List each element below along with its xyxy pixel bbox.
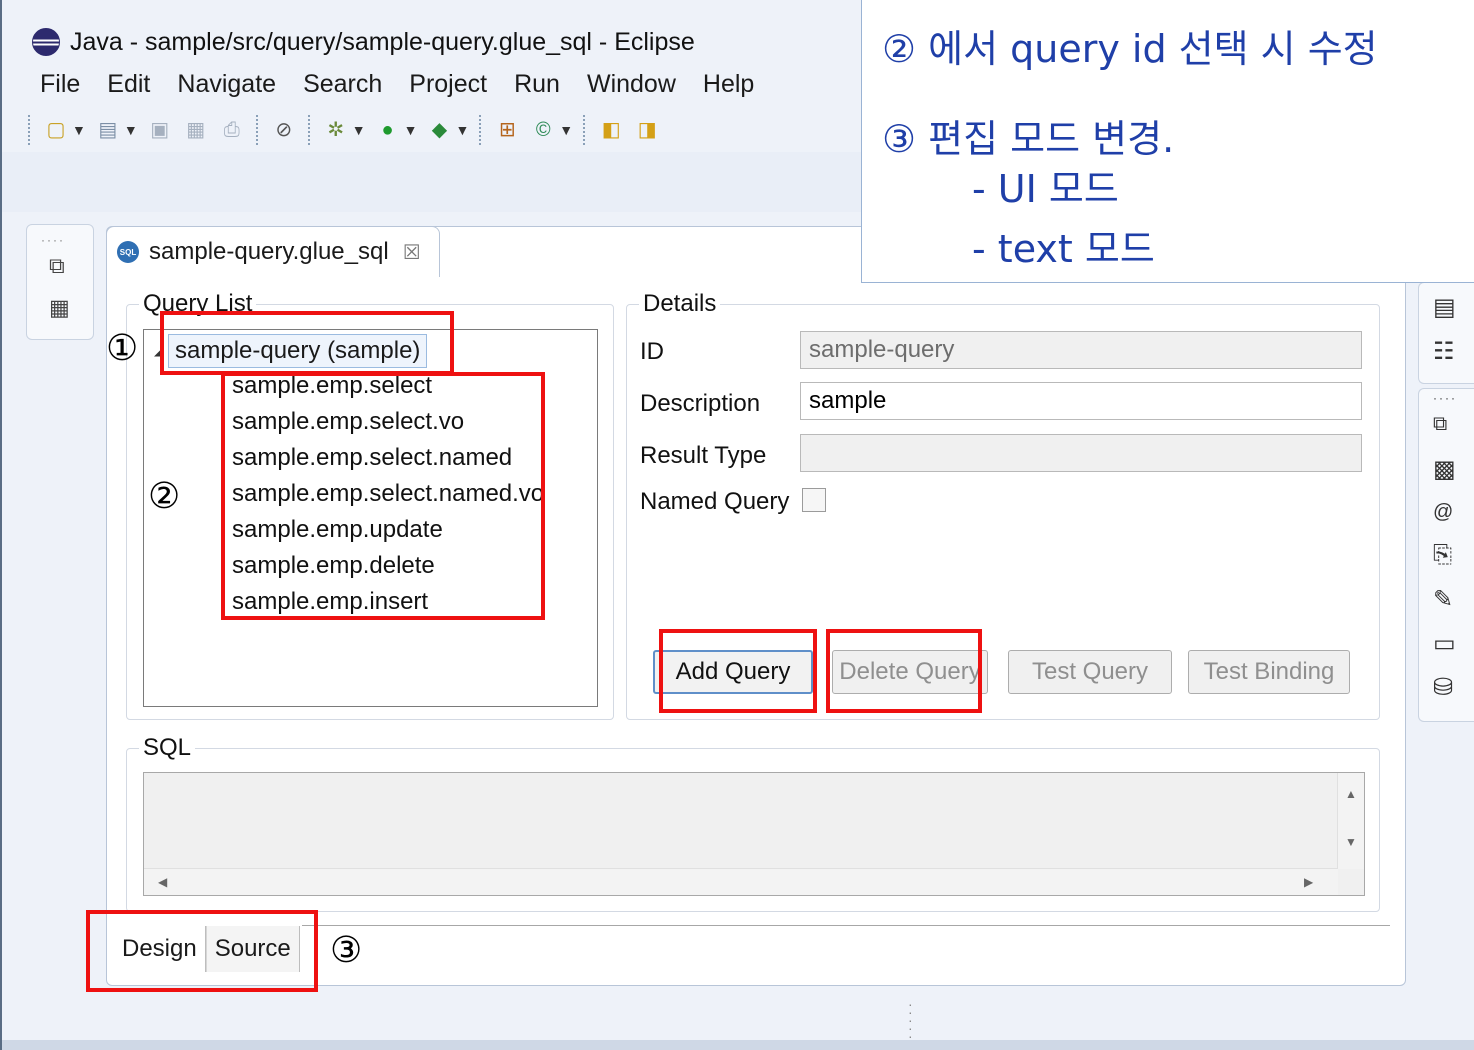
sql-legend: SQL bbox=[143, 734, 192, 761]
trim-handle-icon[interactable]: ···· bbox=[41, 233, 65, 247]
main-toolbar: ▢ ▼ ▤ ▼ ▣ ▦ ⎙ ⊘ ✲ ▼ ● ▼ ◆ ▼ ⊞ © ▼ ◧ ◨ bbox=[2, 108, 862, 152]
window-title: Java - sample/src/query/sample-query.glu… bbox=[70, 27, 695, 56]
package-explorer-icon[interactable]: ▦ bbox=[49, 295, 70, 321]
menu-bar: File Edit Navigate Search Project Run Wi… bbox=[2, 64, 862, 104]
menu-navigate[interactable]: Navigate bbox=[177, 70, 276, 99]
editor-tab-title: sample-query.glue_sql bbox=[149, 238, 389, 265]
external-tools-icon[interactable]: ◆ bbox=[426, 117, 452, 143]
callout-line-4: - text 모드 bbox=[972, 227, 1155, 271]
menu-search[interactable]: Search bbox=[303, 70, 382, 99]
debug-icon[interactable]: ✲ bbox=[323, 117, 349, 143]
toolbar-separator bbox=[583, 115, 587, 145]
toolbar-separator bbox=[28, 115, 32, 145]
save-all-icon[interactable]: ▦ bbox=[183, 117, 209, 143]
named-query-checkbox[interactable] bbox=[802, 488, 826, 512]
menu-run[interactable]: Run bbox=[514, 70, 560, 99]
menu-file[interactable]: File bbox=[40, 70, 80, 99]
console-icon[interactable]: ▭ bbox=[1433, 629, 1456, 658]
scroll-left-icon[interactable]: ◀ bbox=[158, 875, 167, 889]
restore-icon[interactable]: ⧉ bbox=[1433, 413, 1447, 436]
test-query-button[interactable]: Test Query bbox=[1008, 650, 1172, 694]
search-view-icon[interactable]: ✎ bbox=[1433, 585, 1453, 614]
scroll-up-icon[interactable]: ▲ bbox=[1345, 787, 1357, 801]
status-bar bbox=[2, 1040, 1474, 1050]
annotation-box-add bbox=[659, 629, 817, 713]
new-class-icon[interactable]: © bbox=[530, 117, 556, 143]
horizontal-scrollbar[interactable]: ◀ ▶ bbox=[144, 868, 1338, 895]
print-icon[interactable]: ⎙ bbox=[219, 117, 245, 143]
right-trim-bar-bottom: ···· ⧉ ▩ @ ⎘ ✎ ▭ ⛁ bbox=[1418, 388, 1474, 722]
task-list-icon[interactable]: ▤ bbox=[1433, 293, 1456, 322]
new-java-project-icon[interactable]: ⊞ bbox=[494, 117, 520, 143]
vertical-scrollbar[interactable]: ▲ ▼ bbox=[1337, 773, 1364, 869]
description-field[interactable] bbox=[800, 382, 1362, 420]
toolbar-separator bbox=[479, 115, 483, 145]
annotation-box-1 bbox=[160, 311, 454, 375]
test-binding-button[interactable]: Test Binding bbox=[1188, 650, 1350, 694]
result-type-label: Result Type bbox=[640, 442, 767, 469]
id-label: ID bbox=[640, 338, 664, 365]
named-query-label: Named Query bbox=[640, 488, 790, 515]
result-type-field[interactable] bbox=[800, 434, 1362, 472]
callout-line-2: ③ 편집 모드 변경. bbox=[882, 117, 1175, 161]
new-class-dropdown-icon[interactable]: ▼ bbox=[559, 122, 573, 138]
open-type-icon[interactable]: ◧ bbox=[598, 117, 624, 143]
new-package-dropdown-icon[interactable]: ▼ bbox=[124, 122, 138, 138]
annotation-box-3 bbox=[86, 910, 318, 992]
trim-handle-icon[interactable]: ···· bbox=[1433, 391, 1457, 405]
new-package-icon[interactable]: ▤ bbox=[95, 117, 121, 143]
declaration-icon[interactable]: ⎘ bbox=[1433, 541, 1452, 569]
run-icon[interactable]: ● bbox=[375, 117, 401, 143]
scroll-down-icon[interactable]: ▼ bbox=[1345, 835, 1357, 849]
menu-window[interactable]: Window bbox=[587, 70, 676, 99]
run-dropdown-icon[interactable]: ▼ bbox=[404, 122, 418, 138]
callout-note: ② 에서 query id 선택 시 수정 ③ 편집 모드 변경. - UI 모… bbox=[861, 0, 1474, 283]
scroll-right-icon[interactable]: ▶ bbox=[1304, 875, 1313, 889]
save-icon[interactable]: ▣ bbox=[147, 117, 173, 143]
description-label: Description bbox=[640, 390, 761, 417]
annotation-box-2 bbox=[221, 372, 545, 620]
annotation-marker-2: ② bbox=[148, 476, 181, 517]
callout-line-1: ② 에서 query id 선택 시 수정 bbox=[882, 27, 1378, 71]
toolbar-separator bbox=[255, 115, 260, 145]
left-trim-bar: ···· ⧉ ▦ bbox=[26, 224, 94, 340]
toolbar-area bbox=[2, 152, 862, 212]
sql-textarea[interactable]: ▲ ▼ ◀ ▶ bbox=[143, 772, 1365, 896]
new-dropdown-icon[interactable]: ▼ bbox=[72, 122, 86, 138]
callout-line-3: - UI 모드 bbox=[972, 167, 1119, 211]
javadoc-icon[interactable]: @ bbox=[1433, 501, 1453, 524]
debug-dropdown-icon[interactable]: ▼ bbox=[352, 122, 366, 138]
skip-breakpoints-icon[interactable]: ⊘ bbox=[271, 117, 297, 143]
open-folder-icon[interactable]: ◨ bbox=[634, 117, 660, 143]
right-trim-bar-top: ▤ ☷ bbox=[1418, 282, 1474, 384]
eclipse-icon bbox=[32, 28, 60, 56]
id-field[interactable] bbox=[800, 331, 1362, 369]
sql-file-icon: SQL bbox=[117, 241, 139, 263]
menu-help[interactable]: Help bbox=[703, 70, 754, 99]
new-icon[interactable]: ▢ bbox=[43, 117, 69, 143]
data-source-icon[interactable]: ⛁ bbox=[1433, 673, 1453, 702]
bottom-tab-divider bbox=[302, 925, 1390, 926]
restore-icon[interactable]: ⧉ bbox=[49, 253, 65, 279]
editor-tab[interactable]: SQL sample-query.glue_sql ☒ bbox=[106, 226, 440, 277]
details-legend: Details bbox=[643, 290, 717, 317]
sash-handle-icon[interactable]: · · · · · bbox=[908, 997, 913, 1043]
external-tools-dropdown-icon[interactable]: ▼ bbox=[455, 122, 469, 138]
close-icon[interactable]: ☒ bbox=[403, 240, 421, 265]
annotation-box-delete bbox=[826, 629, 982, 713]
annotation-marker-3: ③ bbox=[330, 930, 363, 971]
outline-icon[interactable]: ☷ bbox=[1433, 337, 1455, 366]
annotation-marker-1: ① bbox=[106, 328, 139, 369]
problems-icon[interactable]: ▩ bbox=[1433, 455, 1456, 484]
menu-project[interactable]: Project bbox=[409, 70, 487, 99]
toolbar-separator bbox=[307, 115, 312, 145]
menu-edit[interactable]: Edit bbox=[107, 70, 150, 99]
